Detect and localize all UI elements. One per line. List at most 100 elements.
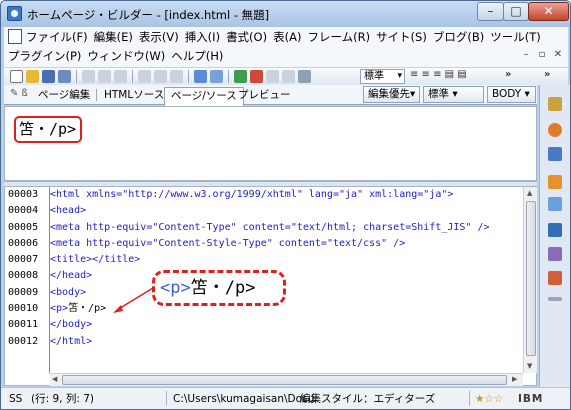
- toolbar-separator: [228, 70, 229, 83]
- scroll-left-icon[interactable]: ◀: [52, 375, 57, 383]
- maximize-button[interactable]: □: [503, 2, 529, 21]
- open-folder-icon[interactable]: [26, 70, 39, 83]
- tab-page-edit[interactable]: ページ編集: [32, 87, 96, 104]
- toolbar: 標準 ≡ ≡ ≡ ▤ ▤ » »: [4, 67, 568, 85]
- insert-icon[interactable]: [266, 70, 279, 83]
- document-icon: [8, 29, 22, 44]
- source-line[interactable]: 00006 <meta http-equiv="Content-Style-Typ…: [8, 236, 490, 252]
- alignment-icons[interactable]: ≡ ≡ ≡ ▤ ▤: [410, 69, 467, 80]
- vertical-scrollbar[interactable]: ▲ ▼: [523, 187, 537, 373]
- tab-separator: [96, 89, 97, 101]
- cut-icon[interactable]: [82, 70, 95, 83]
- scroll-down-icon[interactable]: ▼: [527, 362, 532, 370]
- edit-style: 編集スタイル：エディターズ: [300, 393, 436, 405]
- garbled-text-callout: <p>笘・/p>: [152, 270, 286, 306]
- save-icon[interactable]: [42, 70, 55, 83]
- tab-html-source[interactable]: HTMLソース: [98, 87, 170, 104]
- menu-file[interactable]: ファイル(F): [26, 28, 94, 46]
- link-icon[interactable]: [234, 70, 247, 83]
- title-bar: ホームページ・ビルダー - [index.html - 無題] – □ ✕: [1, 1, 570, 27]
- delete-icon[interactable]: [282, 70, 295, 83]
- new-page-icon[interactable]: [10, 70, 23, 83]
- source-line[interactable]: 00004 <head>: [8, 203, 490, 219]
- menu-format[interactable]: 書式(O): [226, 28, 273, 46]
- scroll-up-icon[interactable]: ▲: [527, 189, 532, 197]
- panel-collapse-icon[interactable]: [548, 97, 562, 111]
- paragraph-style-dropdown[interactable]: 標準: [360, 69, 405, 84]
- source-line[interactable]: 00003 <html xmlns="http://www.w3.org/1999…: [8, 187, 490, 203]
- menu-edit[interactable]: 編集(E): [94, 28, 139, 46]
- image-edit-icon[interactable]: [210, 70, 223, 83]
- source-line[interactable]: 00005 <meta http-equiv="Content-Type" con…: [8, 220, 490, 236]
- material-icon[interactable]: [548, 175, 562, 189]
- menu-view[interactable]: 表示(V): [139, 28, 185, 46]
- list-icon[interactable]: [548, 223, 562, 237]
- horizontal-scroll-thumb[interactable]: [62, 375, 507, 385]
- page-preview-pane[interactable]: 笘・/p>: [4, 106, 537, 181]
- menu-help[interactable]: ヘルプ(H): [171, 47, 229, 65]
- toolbar-overflow-right-button[interactable]: »: [544, 69, 550, 80]
- menu-plugin[interactable]: プラグイン(P): [8, 47, 87, 65]
- menu-frame[interactable]: フレーム(R): [307, 28, 376, 46]
- palette-icon[interactable]: [548, 123, 562, 137]
- line-number: 00006: [8, 237, 39, 249]
- view-tab-row: ✎ ß ページ編集 HTMLソース ページ/ソース プレビュー 編集優先▾ 標準…: [4, 85, 537, 106]
- copy-icon[interactable]: [98, 70, 111, 83]
- line-code: <head>: [50, 205, 87, 217]
- close-button[interactable]: ✕: [528, 2, 569, 21]
- toolbar-overflow-button[interactable]: »: [505, 69, 511, 80]
- menu-window[interactable]: ウィンドウ(W): [87, 47, 171, 65]
- mdi-restore-button[interactable]: ▫: [535, 47, 549, 63]
- line-code: <meta http-equiv="Content-Style-Type" co…: [50, 237, 406, 249]
- minimize-button[interactable]: –: [477, 2, 504, 21]
- scroll-right-icon[interactable]: ▶: [512, 375, 517, 383]
- cursor-position: (行: 9, 列: 7): [31, 393, 94, 405]
- panel-grip-icon[interactable]: [548, 297, 562, 301]
- edit-icon[interactable]: [194, 70, 207, 83]
- menu-site[interactable]: サイト(S): [376, 28, 433, 46]
- redo-icon[interactable]: [170, 70, 183, 83]
- anchor-icon[interactable]: [250, 70, 263, 83]
- line-number: 00004: [8, 205, 39, 217]
- menu-table[interactable]: 表(A): [273, 28, 307, 46]
- table-icon[interactable]: [298, 70, 311, 83]
- horizontal-scrollbar[interactable]: ◀ ▶: [50, 373, 523, 386]
- save-all-icon[interactable]: [58, 70, 71, 83]
- source-line[interactable]: 00007 <title></title>: [8, 252, 490, 268]
- vertical-scroll-thumb[interactable]: [526, 201, 536, 356]
- preview-garbled-text: 笘・/p>: [14, 116, 82, 143]
- mdi-close-button[interactable]: ✕: [551, 47, 565, 63]
- status-separator: [166, 391, 167, 406]
- line-number: 00005: [8, 221, 39, 233]
- site-view-icon[interactable]: [548, 147, 562, 161]
- navigation-icon[interactable]: [548, 197, 562, 211]
- rating-stars: ★☆☆: [475, 393, 504, 405]
- window-title: ホームページ・ビルダー - [index.html - 無題]: [27, 8, 270, 22]
- menu-blog[interactable]: ブログ(B): [433, 28, 490, 46]
- right-side-panel: [539, 85, 570, 387]
- paste-icon[interactable]: [114, 70, 127, 83]
- menu-insert[interactable]: 挿入(I): [185, 28, 226, 46]
- source-line[interactable]: 00011 </body>: [8, 317, 490, 333]
- menu-tools[interactable]: ツール(T): [490, 28, 547, 46]
- source-line[interactable]: 00012 </html>: [8, 334, 490, 350]
- line-code: </html>: [50, 335, 93, 347]
- ibm-logo: IBM: [518, 393, 544, 405]
- undo-icon[interactable]: [154, 70, 167, 83]
- edit-priority-dropdown[interactable]: 編集優先▾: [363, 86, 421, 103]
- line-number: 00007: [8, 254, 39, 266]
- style-select[interactable]: 標準 ▾: [423, 86, 484, 103]
- tab-tools-icons[interactable]: ✎ ß: [10, 88, 28, 99]
- line-code: <title></title>: [50, 254, 141, 266]
- tab-preview[interactable]: プレビュー: [232, 87, 297, 104]
- line-code: <body>: [50, 286, 87, 298]
- check-icon[interactable]: [138, 70, 151, 83]
- line-number: 00008: [8, 270, 39, 282]
- line-code: </head>: [50, 270, 93, 282]
- folder-view-icon[interactable]: [548, 247, 562, 261]
- menu-row-2: プラグイン(P) ウィンドウ(W) ヘルプ(H): [8, 47, 229, 65]
- image-view-icon[interactable]: [548, 271, 562, 285]
- element-select[interactable]: BODY ▾: [487, 86, 536, 103]
- mdi-minimize-button[interactable]: –: [519, 47, 533, 63]
- menu-row-1: ファイル(F) 編集(E) 表示(V) 挿入(I) 書式(O) 表(A) フレー…: [8, 28, 547, 46]
